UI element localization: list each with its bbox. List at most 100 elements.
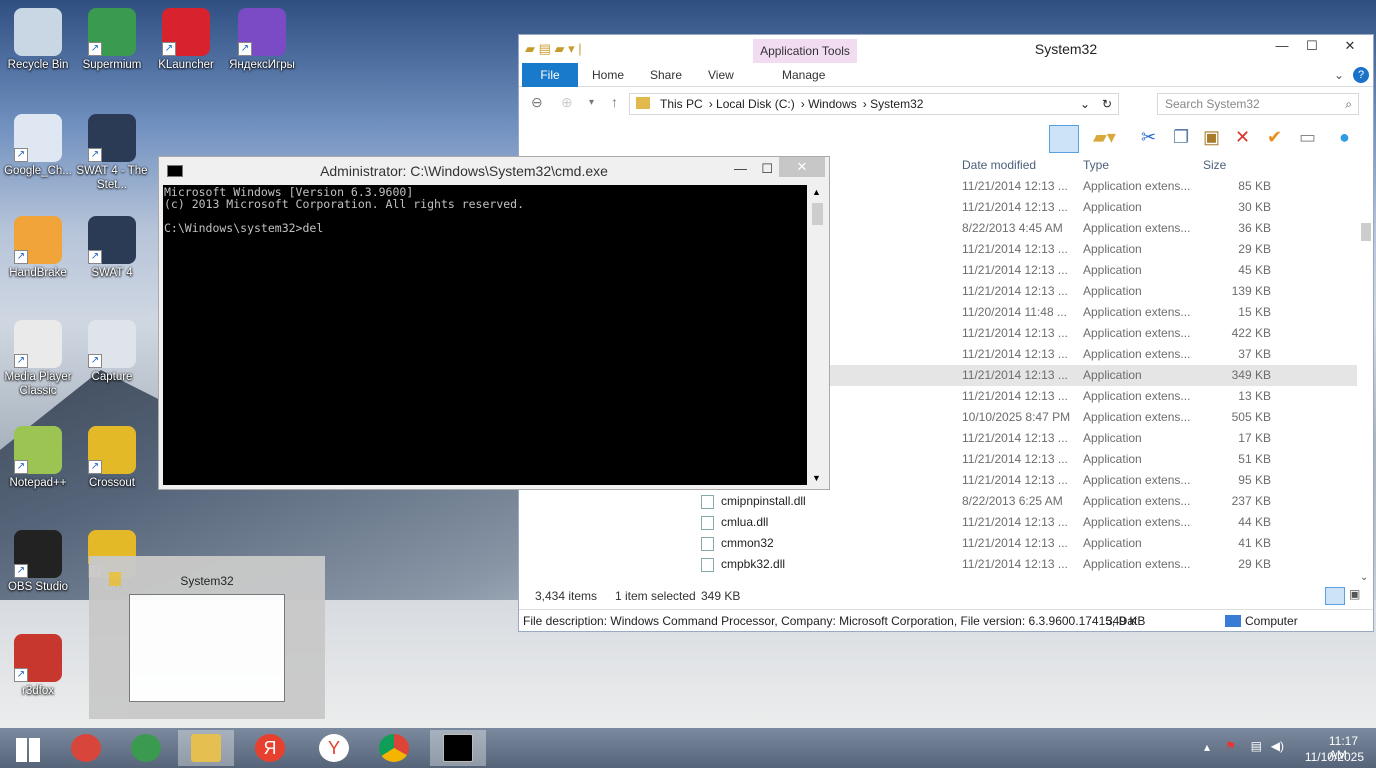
file-date: 11/20/2014 11:48 ... — [962, 305, 1067, 319]
forward-icon[interactable]: ⊕ — [561, 94, 573, 111]
scroll-down-icon[interactable]: ▼ — [812, 473, 821, 483]
file-date: 11/21/2014 12:13 ... — [962, 389, 1068, 403]
explorer-titlebar[interactable]: ▰ ▤ ▰ ▾ | Application Tools System32 — ☐… — [519, 35, 1373, 63]
item-count: 3,434 items — [535, 589, 598, 603]
volume-icon[interactable]: ◀) — [1271, 739, 1284, 753]
chrome-taskbar-icon[interactable] — [366, 730, 422, 766]
address-dropdown-icon[interactable]: ⌄ — [1080, 94, 1090, 114]
file-size: 29 KB — [1238, 242, 1271, 256]
desktop-icon[interactable]: ↗ ЯндексИгры — [226, 8, 298, 72]
refresh-icon[interactable]: ↻ — [1102, 94, 1112, 114]
cmd-window[interactable]: Administrator: C:\Windows\System32\cmd.e… — [158, 156, 830, 490]
help-icon[interactable]: ? — [1353, 67, 1369, 83]
tab-share[interactable]: Share — [650, 63, 682, 87]
desktop-icon[interactable]: Recycle Bin — [2, 8, 74, 72]
r3dfox-taskbar-icon[interactable] — [58, 730, 114, 766]
file-size-detail: 349 KB — [1106, 614, 1146, 628]
address-box[interactable]: This PC › Local Disk (C:) › Windows › Syste… — [629, 93, 1119, 115]
scrollbar-thumb[interactable] — [812, 203, 823, 225]
tab-manage[interactable]: Manage — [782, 63, 825, 87]
computer-icon — [1225, 615, 1241, 627]
yandex-games-icon: ↗ — [238, 8, 286, 56]
file-row[interactable]: cmipnpinstall.dll 8/22/2013 6:25 AM Applic… — [519, 491, 1359, 512]
search-input[interactable]: Search System32 ⌕ — [1157, 93, 1359, 115]
desktop-icon[interactable]: ↗ SWAT 4 — [76, 216, 148, 280]
console-output[interactable]: Microsoft Windows [Version 6.3.9600] (c)… — [163, 185, 807, 485]
scroll-down-icon[interactable]: ⌄ — [1360, 572, 1368, 583]
select-icon[interactable]: ▭ — [1299, 127, 1316, 148]
breadcrumb-system32[interactable]: System32 — [870, 97, 923, 111]
paste-icon[interactable]: ▣ — [1203, 127, 1220, 148]
shortcut-arrow-icon: ↗ — [14, 148, 28, 162]
tab-view[interactable]: View — [708, 63, 734, 87]
desktop-icon[interactable]: ↗ Supermium — [76, 8, 148, 72]
network-icon[interactable]: ▤ — [1251, 739, 1262, 753]
desktop-icon[interactable]: ↗ Notepad++ — [2, 426, 74, 490]
column-date-modified[interactable]: Date modified — [962, 158, 1036, 172]
cmd-scrollbar[interactable]: ▲ ▼ — [809, 185, 826, 485]
scrollbar-thumb[interactable] — [1361, 223, 1371, 241]
thumbnail-preview[interactable] — [129, 594, 285, 702]
file-size: 422 KB — [1231, 326, 1271, 340]
ribbon-expand-icon[interactable]: ⌄ — [1334, 63, 1344, 87]
supermium-taskbar-icon[interactable] — [118, 730, 174, 766]
tab-home[interactable]: Home — [592, 63, 624, 87]
desktop-icon[interactable]: ↗ r3dfox — [2, 634, 74, 698]
properties-icon[interactable]: ▰▾ — [1093, 127, 1116, 148]
preview-pane-icon[interactable] — [1049, 125, 1079, 153]
desktop-icon[interactable]: ↗ KLauncher — [150, 8, 222, 72]
column-size[interactable]: Size — [1203, 158, 1226, 172]
file-explorer-taskbar-icon[interactable] — [178, 730, 234, 766]
desktop-icon[interactable]: ↗ Media Player Classic — [2, 320, 74, 398]
desktop-icon[interactable]: ↗ Crossout — [76, 426, 148, 490]
copy-icon[interactable]: ❐ — [1173, 127, 1189, 148]
breadcrumb-this-pc[interactable]: This PC — [660, 97, 703, 111]
taskbar-thumbnail[interactable]: System32 — [89, 556, 325, 719]
desktop-icon[interactable]: ↗ Capture — [76, 320, 148, 384]
crossout-icon: ↗ — [88, 426, 136, 474]
show-hidden-icons[interactable]: ▴ — [1204, 740, 1210, 754]
yandex-browser-taskbar-icon[interactable]: Я — [242, 730, 298, 766]
file-type: Application extens... — [1083, 494, 1191, 508]
breadcrumb-windows[interactable]: Windows — [808, 97, 857, 111]
shortcut-arrow-icon: ↗ — [14, 668, 28, 682]
file-date: 8/22/2013 4:45 AM — [962, 221, 1063, 235]
clock-date[interactable]: 11/10/2025 — [1305, 750, 1364, 764]
close-button[interactable]: ✕ — [779, 157, 825, 177]
recent-locations-icon[interactable]: ▾ — [589, 97, 594, 108]
minimize-button[interactable]: — — [1267, 35, 1297, 57]
breadcrumb-local-disk[interactable]: Local Disk (C:) — [716, 97, 795, 111]
desktop-icon[interactable]: ↗ Google_Ch... — [2, 114, 74, 178]
maximize-button[interactable]: ☐ — [1297, 35, 1327, 57]
cmd-titlebar[interactable]: Administrator: C:\Windows\System32\cmd.e… — [159, 157, 829, 185]
back-icon[interactable]: ⊖ — [531, 94, 543, 111]
tab-file[interactable]: File — [522, 63, 578, 87]
column-type[interactable]: Type — [1083, 158, 1109, 172]
desktop-icon[interactable]: ↗ HandBrake — [2, 216, 74, 280]
cmd-taskbar-icon[interactable] — [430, 730, 486, 766]
large-icons-view-icon[interactable]: ▣ — [1349, 587, 1360, 601]
swat4-icon: ↗ — [88, 216, 136, 264]
network-icon[interactable]: ● — [1339, 127, 1350, 148]
file-row[interactable]: cmmon32 11/21/2014 12:13 ... Application 41… — [519, 533, 1359, 554]
maximize-button[interactable]: ☐ — [761, 161, 773, 177]
file-size: 51 KB — [1238, 452, 1271, 466]
scroll-up-icon[interactable]: ▲ — [812, 187, 821, 197]
file-type: Application extens... — [1083, 410, 1191, 424]
delete-icon[interactable]: ✕ — [1235, 127, 1250, 148]
rename-icon[interactable]: ✔ — [1267, 127, 1282, 148]
minimize-button[interactable]: — — [734, 161, 747, 176]
desktop-icon[interactable]: ↗ SWAT 4 - The Stet... — [76, 114, 148, 192]
up-icon[interactable]: ↑ — [611, 94, 618, 110]
close-button[interactable]: ✕ — [1327, 35, 1373, 57]
action-center-icon[interactable]: ⚑ — [1225, 739, 1236, 753]
file-icon — [701, 558, 714, 572]
file-list-scrollbar[interactable]: ⌄ — [1357, 175, 1373, 585]
details-view-icon[interactable] — [1325, 587, 1345, 605]
yandex-taskbar-icon[interactable]: Y — [306, 730, 362, 766]
start-button[interactable] — [0, 730, 56, 766]
cut-icon[interactable]: ✂ — [1141, 127, 1156, 148]
file-row[interactable]: cmpbk32.dll 11/21/2014 12:13 ... Applicati… — [519, 554, 1359, 575]
file-row[interactable]: cmlua.dll 11/21/2014 12:13 ... Application… — [519, 512, 1359, 533]
desktop-icon[interactable]: ↗ OBS Studio — [2, 530, 74, 594]
